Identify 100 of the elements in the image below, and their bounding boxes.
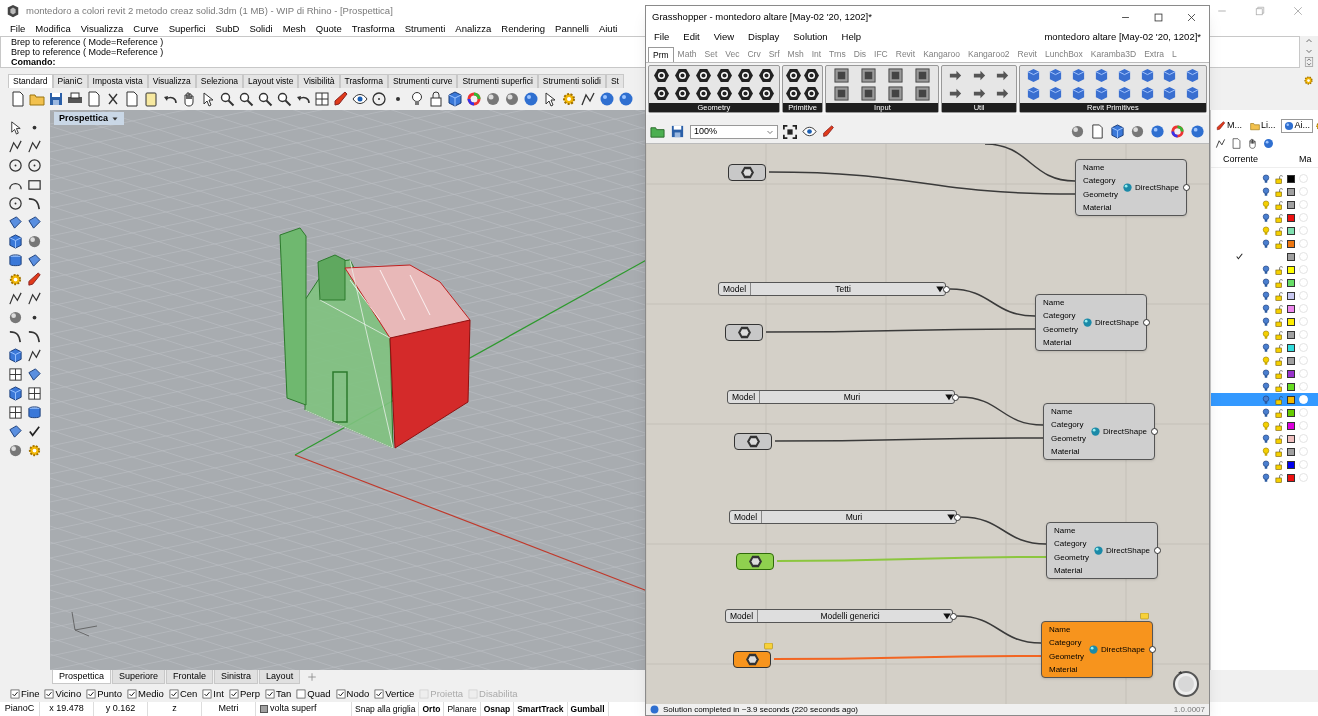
checkbox[interactable]: [10, 689, 20, 699]
component-node[interactable]: Name Category Geometry Material DirectShape: [1043, 403, 1155, 460]
light-bulb-icon[interactable]: [1261, 277, 1271, 288]
viewport-tab[interactable]: Frontale: [166, 670, 214, 684]
color-swatch[interactable]: [1287, 395, 1295, 404]
box-icon[interactable]: [8, 234, 23, 249]
sphere-icon[interactable]: [1070, 124, 1085, 139]
menu-item[interactable]: File: [654, 30, 670, 45]
polyline-icon[interactable]: [8, 139, 23, 154]
hexagon-icon[interactable]: [758, 86, 774, 102]
viewport-tab[interactable]: Superiore: [112, 670, 166, 684]
grid-icon[interactable]: [314, 91, 330, 107]
component-tab[interactable]: Revit: [1013, 47, 1041, 62]
color-swatch[interactable]: [1287, 382, 1295, 391]
hexagon-icon[interactable]: [716, 67, 732, 83]
color-swatch[interactable]: [1287, 460, 1295, 469]
dropdown-caret-icon[interactable]: [935, 284, 945, 294]
panel-icon[interactable]: [861, 67, 877, 83]
light-bulb-icon[interactable]: [1261, 459, 1271, 470]
color-swatch[interactable]: [1287, 265, 1295, 274]
box-icon[interactable]: [8, 386, 23, 401]
menu-item[interactable]: Edit: [683, 30, 700, 45]
hand-icon[interactable]: [1247, 137, 1258, 149]
folder-icon[interactable]: [650, 124, 665, 139]
status-toggle[interactable]: Orto: [419, 702, 445, 716]
status-toggle[interactable]: Snap alla griglia: [352, 702, 420, 716]
component-tab[interactable]: Extra: [1140, 47, 1168, 62]
component-node[interactable]: Name Category Geometry Material DirectShape: [1046, 522, 1158, 579]
surface-icon[interactable]: [27, 215, 42, 230]
command-prompt[interactable]: Comando:: [11, 57, 56, 67]
output-grip[interactable]: [952, 394, 959, 401]
surface-icon[interactable]: [8, 215, 23, 230]
grid-icon[interactable]: [27, 386, 42, 401]
hexagon-icon[interactable]: [758, 67, 774, 83]
cube-icon[interactable]: [1162, 67, 1178, 83]
lock-icon[interactable]: [428, 91, 444, 107]
component-tab[interactable]: Kangaroo: [919, 47, 964, 62]
cube-icon[interactable]: [1162, 86, 1178, 102]
hexagon-icon[interactable]: [804, 67, 819, 83]
curve-icon[interactable]: [27, 196, 42, 211]
hexagon-icon[interactable]: [695, 67, 711, 83]
globe-icon[interactable]: [618, 91, 634, 107]
output-grip[interactable]: [1143, 319, 1150, 326]
folder-icon[interactable]: [29, 91, 45, 107]
cube-icon[interactable]: [1071, 86, 1087, 102]
layer-selector[interactable]: volta superf: [256, 702, 352, 716]
component-tab[interactable]: Trns: [825, 47, 850, 62]
light-bulb-icon[interactable]: [1261, 381, 1271, 392]
cursor-icon[interactable]: [200, 91, 216, 107]
color-swatch[interactable]: [1287, 330, 1295, 339]
cube-icon[interactable]: [1025, 67, 1041, 83]
light-bulb-icon[interactable]: [1261, 212, 1271, 223]
panel-icon[interactable]: [915, 86, 931, 102]
light-bulb-icon[interactable]: [1261, 238, 1271, 249]
hexagon-icon[interactable]: [716, 86, 732, 102]
color-swatch[interactable]: [1287, 343, 1295, 352]
component-tab[interactable]: Karamba3D: [1086, 47, 1141, 62]
light-bulb-icon[interactable]: [1261, 368, 1271, 379]
color-swatch[interactable]: [1287, 317, 1295, 326]
sphere-icon[interactable]: [8, 310, 23, 325]
gear-icon[interactable]: [27, 443, 42, 458]
toolbar-tab[interactable]: Trasforma: [339, 74, 388, 88]
checkbox[interactable]: [44, 689, 55, 699]
color-swatch[interactable]: [1287, 356, 1295, 365]
component-tab[interactable]: Set: [700, 47, 722, 62]
magnifier-icon[interactable]: [219, 91, 235, 107]
column-header[interactable]: Ma: [1299, 152, 1312, 167]
panel-icon[interactable]: [861, 86, 877, 102]
geometry-parameter[interactable]: [734, 433, 772, 450]
document-icon[interactable]: [1231, 137, 1242, 149]
output-grip[interactable]: [1149, 646, 1156, 653]
status-toggle[interactable]: SmartTrack: [514, 702, 568, 716]
sphere-icon[interactable]: [504, 91, 520, 107]
menu-item[interactable]: Modifica: [35, 21, 71, 37]
globe-icon[interactable]: [523, 91, 539, 107]
hexagon-icon[interactable]: [653, 67, 669, 83]
menu-item[interactable]: Display: [748, 30, 780, 45]
sphere-icon[interactable]: [27, 234, 42, 249]
geometry-parameter[interactable]: [736, 553, 774, 570]
toolbar-tab[interactable]: Strumenti solidi: [537, 74, 606, 88]
checkbox[interactable]: [86, 689, 97, 699]
bulb-icon[interactable]: [409, 91, 425, 107]
sphere-icon[interactable]: [8, 443, 23, 458]
checkbox[interactable]: [127, 689, 137, 699]
grid-icon[interactable]: [8, 405, 23, 420]
light-bulb-icon[interactable]: [1261, 433, 1271, 444]
globe-icon[interactable]: [1263, 137, 1274, 149]
output-grip[interactable]: [1154, 547, 1161, 554]
component-tab[interactable]: Crv: [743, 47, 765, 62]
paint-icon[interactable]: [822, 125, 835, 138]
hexagon-icon[interactable]: [674, 67, 690, 83]
hexagon-icon[interactable]: [695, 86, 711, 102]
status-toggle[interactable]: Osnap: [480, 702, 515, 716]
color-swatch[interactable]: [1287, 174, 1295, 183]
color-swatch[interactable]: [1287, 187, 1295, 196]
toolbar-tab[interactable]: Visualizza: [147, 74, 196, 88]
cube-icon[interactable]: [1116, 86, 1132, 102]
toolbar-tab[interactable]: Strumenti superfici: [457, 74, 538, 88]
cube-icon[interactable]: [1139, 86, 1155, 102]
menu-item[interactable]: Curve: [133, 21, 159, 37]
